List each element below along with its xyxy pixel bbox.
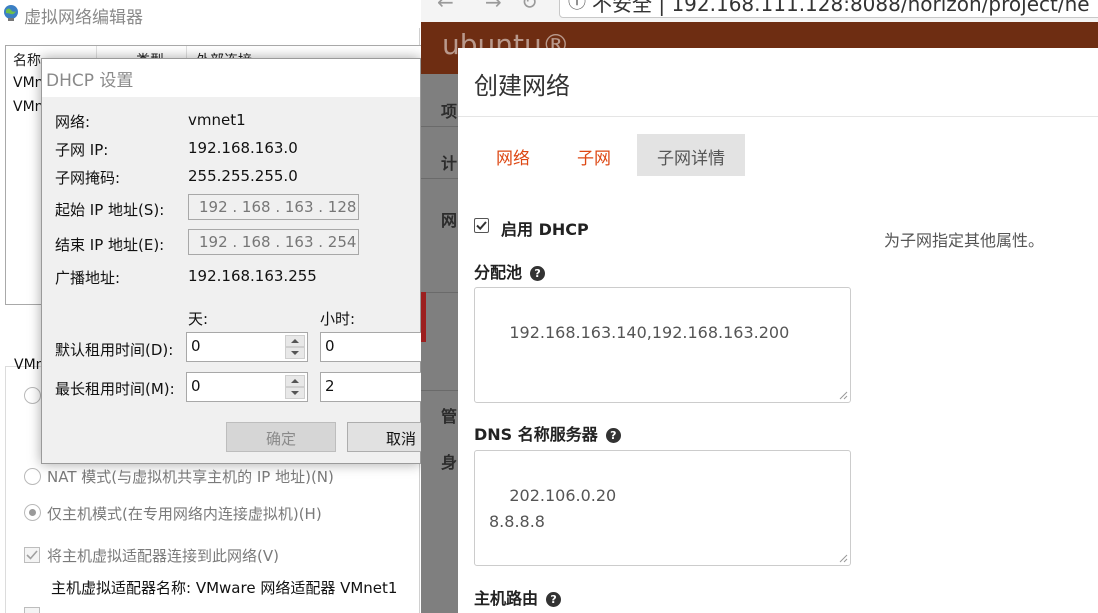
- browser-toolbar: ← → ↻ ⓘ 不安全 | 192.168.111.128:8088/horiz…: [421, 0, 1098, 22]
- info-icon[interactable]: ⓘ: [568, 0, 586, 14]
- subnet-mask-value: 255.255.255.0: [188, 167, 298, 185]
- sidebar-divider: [421, 390, 459, 391]
- resize-handle-icon[interactable]: [839, 554, 848, 563]
- default-lease-days-value: 0: [191, 337, 201, 355]
- allocation-pool-textarea[interactable]: 192.168.163.140,192.168.163.200: [474, 287, 851, 403]
- host-only-mode-label: 仅主机模式(在专用网络内连接虚拟机)(H): [47, 505, 322, 523]
- allocation-pool-field-label: 分配池?: [474, 259, 546, 283]
- modal-header-divider: [458, 116, 1098, 117]
- nat-mode-radio[interactable]: [24, 468, 41, 485]
- tab-subnet[interactable]: 子网: [557, 134, 631, 176]
- dhcp-dialog-title: DHCP 设置: [46, 71, 134, 91]
- checkmark-icon: [26, 550, 38, 560]
- stepper-buttons: [285, 335, 305, 359]
- address-bar[interactable]: ⓘ 不安全 | 192.168.111.128:8088/horizon/pro…: [559, 0, 1098, 18]
- max-lease-hours-stepper[interactable]: 2: [320, 372, 430, 402]
- dns-label: DNS 名称服务器: [474, 425, 598, 444]
- end-ip-input[interactable]: 192 . 168 . 163 . 254: [188, 229, 359, 255]
- start-ip-label: 起始 IP 地址(S):: [55, 201, 165, 219]
- subnet-mask-label: 子网掩码:: [55, 169, 121, 187]
- help-question-icon[interactable]: ?: [530, 266, 546, 281]
- forward-icon[interactable]: →: [485, 0, 502, 14]
- url-text: 不安全 | 192.168.111.128:8088/horizon/proje…: [592, 0, 1090, 16]
- vne-titlebar: 虚拟网络编辑器: [0, 0, 420, 28]
- max-lease-days-value: 0: [191, 377, 201, 395]
- stepper-down-arrow-icon[interactable]: [285, 387, 305, 399]
- stepper-down-arrow-icon[interactable]: [285, 347, 305, 359]
- vne-title: 虚拟网络编辑器: [24, 8, 143, 28]
- dns-field-label: DNS 名称服务器?: [474, 421, 621, 445]
- default-lease-hours-stepper[interactable]: 0: [320, 332, 430, 362]
- help-question-icon[interactable]: ?: [605, 428, 621, 443]
- ok-button[interactable]: 确定: [226, 422, 336, 452]
- default-lease-label: 默认租用时间(D):: [55, 341, 174, 359]
- default-lease-hours-value: 0: [325, 337, 335, 355]
- back-icon[interactable]: ←: [437, 0, 454, 14]
- start-ip-input[interactable]: 192 . 168 . 163 . 128: [188, 194, 359, 220]
- checkmark-icon: [476, 221, 487, 231]
- create-network-modal: 创建网络 网络 子网 子网详情 启用 DHCP 为子网指定其他属性。 分配池? …: [458, 48, 1098, 613]
- dhcp-titlebar: DHCP 设置: [42, 59, 420, 97]
- stepper-buttons: [285, 375, 305, 399]
- broadcast-label: 广播地址:: [55, 269, 121, 287]
- network-globe-icon: [2, 4, 20, 22]
- broadcast-value: 192.168.163.255: [188, 267, 317, 285]
- allocation-pool-label: 分配池: [474, 263, 523, 282]
- allocation-pool-value: 192.168.163.140,192.168.163.200: [509, 323, 790, 342]
- sidebar-item-network[interactable]: 网: [441, 207, 457, 231]
- reload-icon[interactable]: ↻: [521, 0, 538, 14]
- adapter-name-text: 主机虚拟适配器名称: VMware 网络适配器 VMnet1: [51, 579, 398, 597]
- sidebar-item-compute[interactable]: 计: [441, 150, 457, 174]
- sidebar-divider: [421, 178, 459, 179]
- tab-network[interactable]: 网络: [476, 134, 550, 176]
- connect-adapter-checkbox[interactable]: [24, 547, 40, 563]
- sidebar-item-project[interactable]: 项: [441, 98, 457, 122]
- sidebar-item-identity[interactable]: 身: [441, 449, 457, 473]
- network-label: 网络:: [55, 113, 91, 131]
- dns-nameservers-textarea[interactable]: 202.106.0.20 8.8.8.8: [474, 450, 851, 566]
- sidebar-divider: [421, 126, 459, 127]
- table-row[interactable]: VMn: [13, 75, 44, 91]
- resize-handle-icon[interactable]: [839, 391, 848, 400]
- network-value: vmnet1: [188, 111, 246, 129]
- column-header-name[interactable]: 名称: [13, 50, 41, 70]
- host-only-mode-radio[interactable]: [24, 504, 41, 521]
- cancel-button[interactable]: 取消: [347, 422, 427, 452]
- stepper-up-arrow-icon[interactable]: [285, 375, 305, 387]
- bridged-mode-radio[interactable]: [24, 387, 41, 404]
- max-lease-days-stepper[interactable]: 0: [186, 372, 308, 402]
- dhcp-settings-dialog: DHCP 设置 网络: vmnet1 子网 IP: 192.168.163.0 …: [41, 58, 430, 464]
- help-text: 为子网指定其他属性。: [884, 231, 1045, 250]
- nat-mode-label: NAT 模式(与虚拟机共享主机的 IP 地址)(N): [47, 468, 334, 486]
- default-lease-days-stepper[interactable]: 0: [186, 332, 308, 362]
- sidebar-divider: [421, 292, 459, 293]
- subnet-ip-value: 192.168.163.0: [188, 139, 298, 157]
- hours-column-label: 小时:: [320, 310, 356, 328]
- enable-dhcp-label: 启用 DHCP: [501, 220, 589, 239]
- host-routes-field-label: 主机路由?: [474, 585, 562, 609]
- dns-nameservers-value: 202.106.0.20 8.8.8.8: [489, 486, 617, 531]
- sidebar-active-indicator: [421, 292, 426, 342]
- table-row[interactable]: VMn: [13, 99, 44, 115]
- host-routes-label: 主机路由: [474, 589, 539, 608]
- connect-adapter-label: 将主机虚拟适配器连接到此网络(V): [47, 547, 279, 565]
- end-ip-label: 结束 IP 地址(E):: [55, 236, 165, 254]
- vmnet-info-label: VMn: [14, 357, 45, 373]
- days-column-label: 天:: [188, 310, 209, 328]
- sidebar-item-admin[interactable]: 管: [441, 403, 457, 427]
- stepper-up-arrow-icon[interactable]: [285, 335, 305, 347]
- enable-dhcp-checkbox[interactable]: [474, 218, 489, 233]
- modal-title: 创建网络: [474, 72, 570, 100]
- help-question-icon[interactable]: ?: [546, 592, 562, 607]
- tab-subnet-details[interactable]: 子网详情: [637, 134, 745, 176]
- dhcp-service-checkbox[interactable]: [24, 607, 40, 613]
- subnet-ip-label: 子网 IP:: [55, 141, 109, 159]
- max-lease-hours-value: 2: [325, 377, 335, 395]
- max-lease-label: 最长租用时间(M):: [55, 380, 175, 398]
